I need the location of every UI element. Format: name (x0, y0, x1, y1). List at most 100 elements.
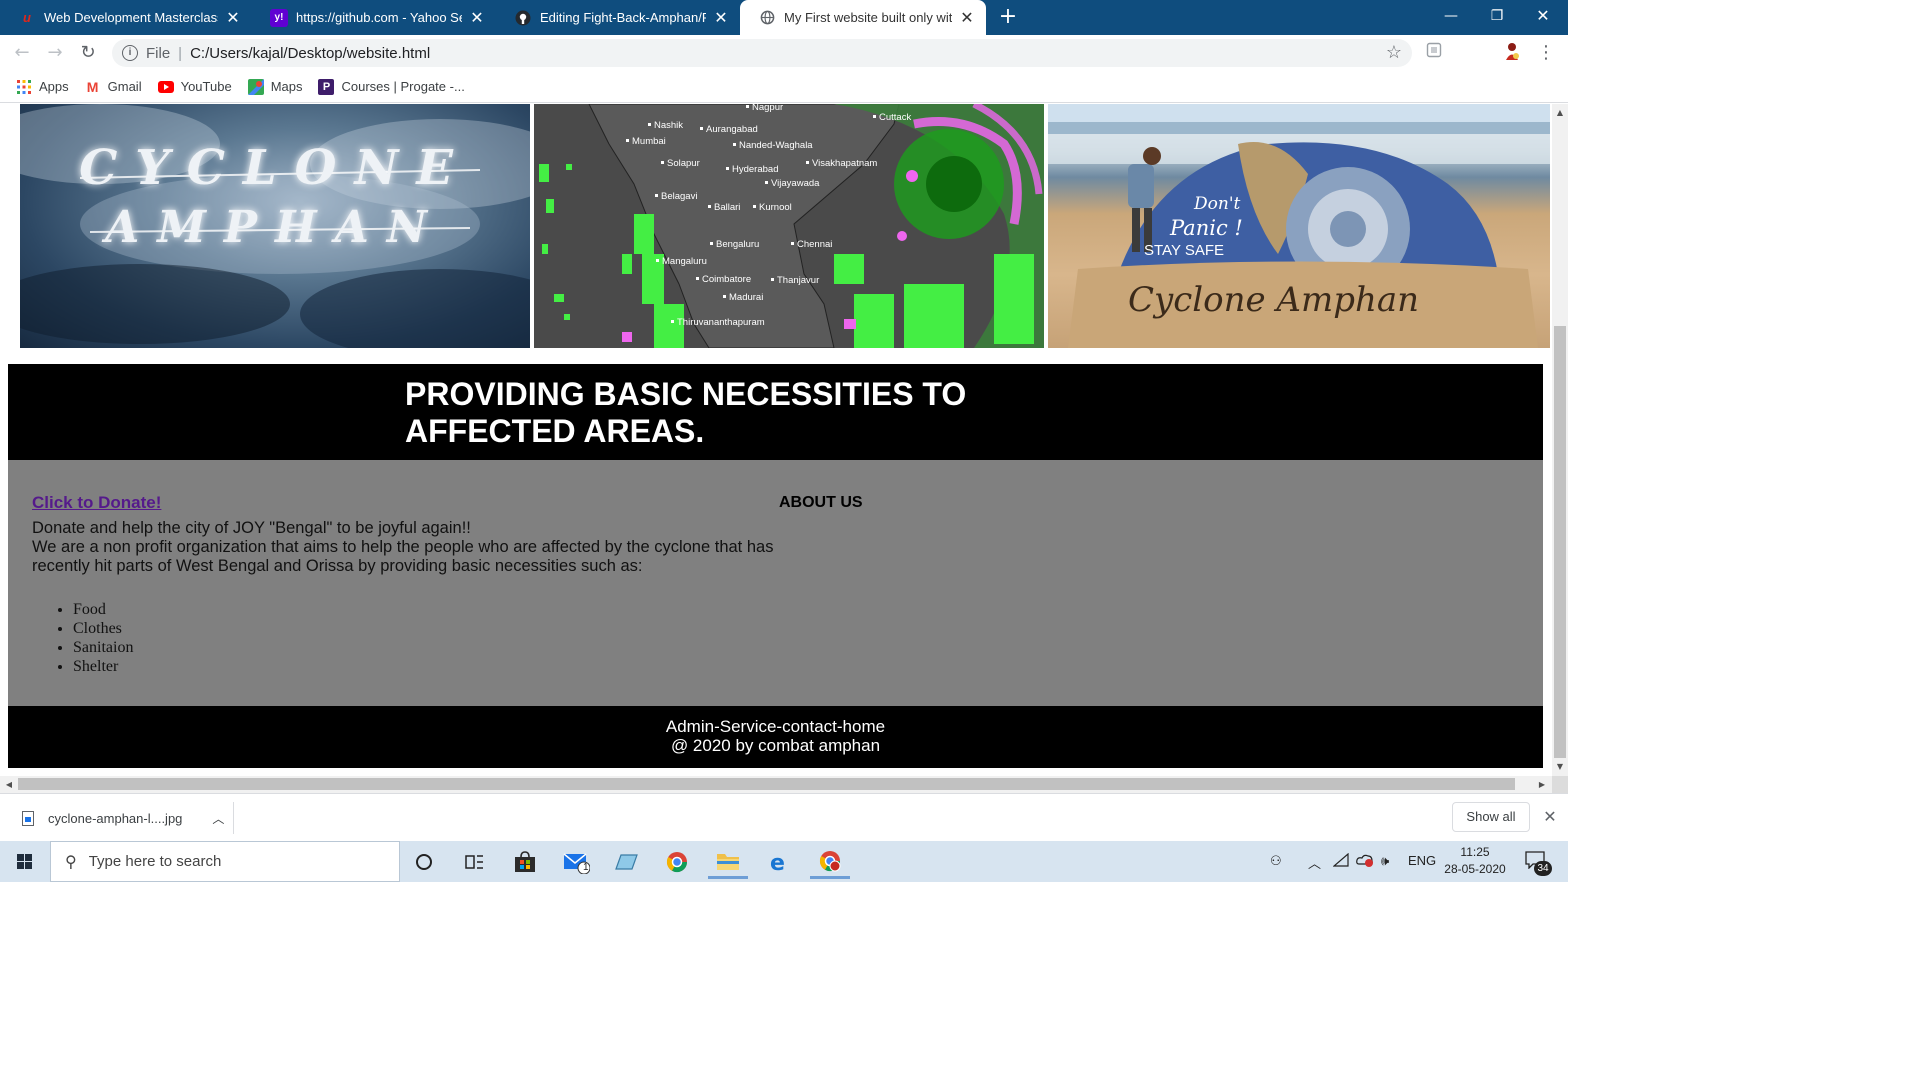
bookmark-maps[interactable]: Maps (247, 78, 302, 95)
tab-my-first-website[interactable]: My First website built only with HTML ✕ (740, 0, 986, 35)
bookmark-label: Apps (39, 79, 69, 94)
bookmark-progate[interactable]: P Courses | Progate -... (318, 78, 465, 95)
bookmark-apps[interactable]: Apps (16, 79, 69, 95)
reload-icon[interactable]: ↻ (74, 39, 102, 67)
map-city-label: Hyderabad (732, 164, 778, 175)
progate-icon: P (318, 78, 335, 95)
map-city-dot (696, 277, 699, 280)
address-bar[interactable]: i File | C:/Users/kajal/Desktop/website.… (112, 39, 1412, 67)
sand-text: Don't (1194, 194, 1241, 214)
edge-icon[interactable]: e (759, 845, 799, 879)
map-city-label: Mumbai (632, 136, 666, 147)
close-window-button[interactable]: ✕ (1520, 0, 1566, 32)
close-download-bar-icon[interactable]: ✕ (1540, 807, 1560, 827)
scroll-left-arrow-icon[interactable]: ◀ (2, 776, 16, 793)
microsoft-store-icon[interactable] (505, 845, 545, 879)
map-city-dot (661, 161, 664, 164)
action-center-icon[interactable]: 34 (1525, 851, 1553, 876)
horizontal-scrollbar[interactable]: ◀ ▶ (0, 776, 1552, 793)
sand-art-image: Don't Panic ! STAY SAFE Cyclone Amphan (1048, 104, 1550, 348)
map-city-label: Kurnool (759, 202, 792, 213)
snip-tool-icon[interactable] (606, 845, 646, 879)
scroll-up-arrow-icon[interactable]: ▲ (1552, 106, 1568, 120)
minimize-button[interactable]: — (1428, 0, 1474, 32)
restore-button[interactable]: ❐ (1474, 0, 1520, 32)
close-tab-icon[interactable]: ✕ (712, 8, 730, 28)
chevron-up-icon[interactable]: ︿ (212, 810, 224, 827)
people-icon[interactable]: ⚇ (1270, 853, 1282, 869)
map-city-dot (753, 205, 756, 208)
bookmark-label: Gmail (107, 79, 142, 94)
list-item: Sanitaion (73, 638, 133, 657)
browser-toolbar: ← → ↻ i File | C:/Users/kajal/Desktop/we… (0, 35, 1568, 71)
map-city-label: Thanjavur (777, 275, 819, 286)
clock-time: 11:25 (1460, 845, 1490, 859)
map-city-label: Chennai (797, 239, 832, 250)
close-tab-icon[interactable]: ✕ (224, 8, 242, 28)
tab-yahoo-search[interactable]: y! https://github.com - Yahoo Search ✕ (252, 0, 496, 35)
task-view-icon[interactable] (454, 845, 494, 879)
info-icon[interactable]: i (122, 45, 138, 61)
windows-taskbar: ⚲ Type here to search 1 e ⚇ ︿ 🕪 ENG 11:2… (0, 841, 1568, 882)
map-city-dot (806, 161, 809, 164)
bookmark-youtube[interactable]: YouTube (157, 79, 232, 95)
page-viewport: CYCLONE AMPHAN Nagpur Nashik Aurangabad Mum… (0, 104, 1552, 776)
scrollbar-thumb[interactable] (18, 778, 1515, 790)
language-indicator[interactable]: ENG (1408, 853, 1436, 868)
taskbar-clock[interactable]: 11:25 28-05-2020 (1440, 844, 1510, 878)
volume-icon[interactable]: 🕪 (1381, 853, 1389, 869)
cortana-icon[interactable] (404, 845, 444, 879)
hero-caption-line: AMPHAN (105, 202, 445, 253)
notification-count-badge: 34 (1534, 861, 1552, 876)
extension-icon[interactable] (1422, 41, 1446, 65)
browser-tab-strip: u Web Development Masterclass - ✕ y! htt… (0, 0, 1568, 35)
maps-icon (247, 78, 264, 95)
vertical-scrollbar[interactable]: ▲ ▼ (1552, 104, 1568, 776)
tab-title: Editing Fight-Back-Amphan/README (540, 10, 706, 25)
tab-github-editing[interactable]: Editing Fight-Back-Amphan/README ✕ (496, 0, 740, 35)
search-icon: ⚲ (65, 853, 77, 871)
necessities-list: Food Clothes Sanitaion Shelter (73, 600, 133, 676)
chrome-window-icon[interactable] (810, 845, 850, 879)
back-arrow-icon[interactable]: ← (8, 39, 36, 67)
close-tab-icon[interactable]: ✕ (958, 8, 976, 28)
show-hidden-icons-chevron-icon[interactable]: ︿ (1308, 853, 1321, 872)
network-icon[interactable] (1332, 852, 1349, 870)
scroll-down-arrow-icon[interactable]: ▼ (1552, 760, 1568, 774)
youtube-icon (157, 79, 174, 95)
bookmark-label: YouTube (180, 79, 232, 94)
file-explorer-icon[interactable] (708, 845, 748, 879)
onedrive-error-icon[interactable] (1356, 853, 1374, 870)
map-city-label: Visakhapatnam (812, 158, 877, 169)
intro-line-1: Donate and help the city of JOY "Bengal"… (32, 519, 471, 537)
bookmark-star-icon[interactable]: ☆ (1386, 42, 1402, 63)
chrome-icon[interactable] (657, 845, 697, 879)
page-footer: Admin-Service-contact-home @ 2020 by com… (8, 706, 1543, 768)
bookmark-gmail[interactable]: M Gmail (85, 79, 142, 95)
tab-web-dev-masterclass[interactable]: u Web Development Masterclass - ✕ (0, 0, 252, 35)
sand-text: STAY SAFE (1144, 242, 1225, 259)
globe-icon (758, 9, 776, 27)
tab-title: https://github.com - Yahoo Search (296, 10, 462, 25)
chrome-menu-icon[interactable]: ⋮ (1534, 41, 1558, 65)
close-tab-icon[interactable]: ✕ (468, 8, 486, 28)
donate-link[interactable]: Click to Donate! (32, 493, 161, 513)
map-city-dot (873, 115, 876, 118)
taskbar-search-box[interactable]: ⚲ Type here to search (50, 841, 400, 882)
show-all-button[interactable]: Show all (1452, 802, 1530, 832)
download-item[interactable]: cyclone-amphan-l....jpg ︿ (14, 802, 234, 834)
mail-icon[interactable]: 1 (556, 845, 596, 879)
bookmark-label: Courses | Progate -... (341, 79, 465, 94)
start-button[interactable] (8, 847, 42, 877)
forward-arrow-icon[interactable]: → (41, 39, 69, 67)
download-filename: cyclone-amphan-l....jpg (48, 810, 183, 826)
windows-logo-icon (17, 854, 32, 869)
map-city-label: Nagpur (752, 104, 783, 113)
tab-title: My First website built only with HTML (784, 10, 952, 25)
github-icon (514, 9, 532, 27)
profile-avatar[interactable] (1500, 41, 1524, 65)
scrollbar-thumb[interactable] (1554, 326, 1566, 758)
new-tab-button[interactable]: + (996, 4, 1020, 30)
scroll-right-arrow-icon[interactable]: ▶ (1535, 776, 1549, 793)
svg-text:e: e (770, 851, 785, 873)
